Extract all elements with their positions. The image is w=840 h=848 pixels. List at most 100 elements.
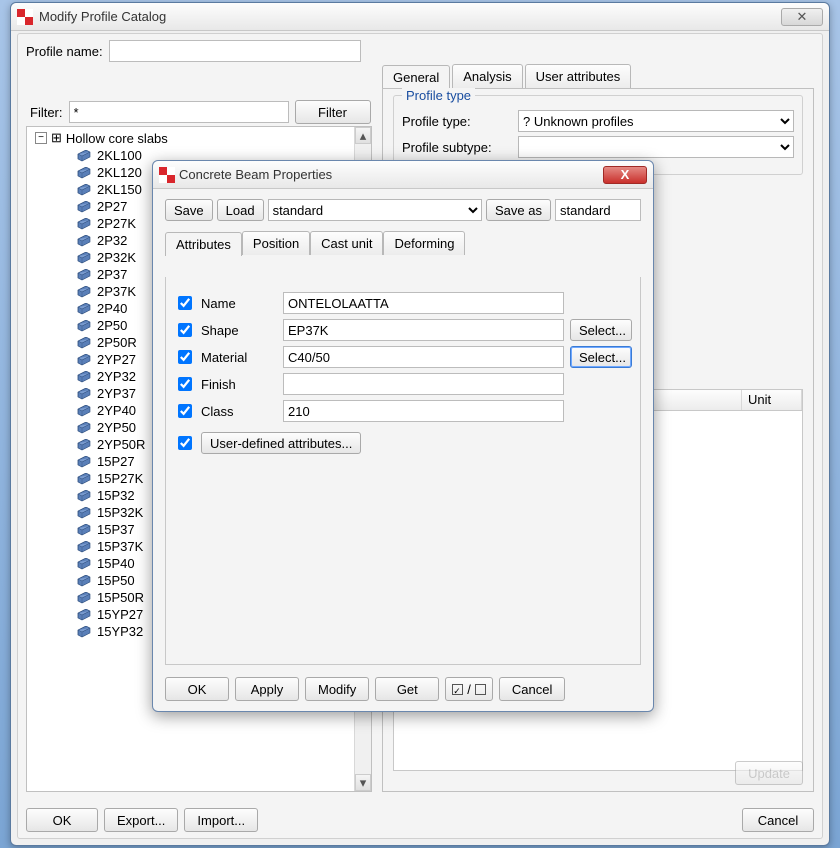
finish-checkbox[interactable] xyxy=(178,377,192,391)
profile-icon xyxy=(77,524,91,536)
class-checkbox[interactable] xyxy=(178,404,192,418)
profile-type-label: Profile type: xyxy=(402,114,512,129)
tab-user-attributes[interactable]: User attributes xyxy=(525,64,632,88)
apply-button[interactable]: Apply xyxy=(235,677,299,701)
save-button[interactable]: Save xyxy=(165,199,213,221)
close-button[interactable]: ✕ xyxy=(781,8,823,26)
shape-select-button[interactable]: Select... xyxy=(570,319,632,341)
profile-icon xyxy=(77,354,91,366)
tree-item-label: 2KL100 xyxy=(97,148,142,163)
tree-item-label: 15YP32 xyxy=(97,624,143,639)
update-button: Update xyxy=(735,761,803,785)
tab-general[interactable]: General xyxy=(382,65,450,89)
name-input[interactable] xyxy=(283,292,564,314)
tree-item-label: 2YP27 xyxy=(97,352,136,367)
tree-item-label: 2YP40 xyxy=(97,403,136,418)
profile-icon xyxy=(77,490,91,502)
filter-button[interactable]: Filter xyxy=(295,100,371,124)
finish-input[interactable] xyxy=(283,373,564,395)
material-checkbox[interactable] xyxy=(178,350,192,364)
profile-type-select[interactable]: ? Unknown profiles xyxy=(518,110,794,132)
profile-icon xyxy=(77,269,91,281)
modify-button[interactable]: Modify xyxy=(305,677,369,701)
save-as-button[interactable]: Save as xyxy=(486,199,551,221)
material-label: Material xyxy=(201,350,277,365)
sub-ok-button[interactable]: OK xyxy=(165,677,229,701)
profile-icon xyxy=(77,286,91,298)
toggle-checkboxes[interactable]: / xyxy=(445,677,493,701)
profile-subtype-label: Profile subtype: xyxy=(402,140,512,155)
profile-subtype-select[interactable] xyxy=(518,136,794,158)
tab-analysis[interactable]: Analysis xyxy=(452,64,522,88)
shape-input[interactable] xyxy=(283,319,564,341)
tab-position[interactable]: Position xyxy=(242,231,310,255)
tree-item-label: 2P32K xyxy=(97,250,136,265)
tab-cast-unit[interactable]: Cast unit xyxy=(310,231,383,255)
tree-item-label: 15P27 xyxy=(97,454,135,469)
tree-item-label: 2P27K xyxy=(97,216,136,231)
class-input[interactable] xyxy=(283,400,564,422)
cancel-button[interactable]: Cancel xyxy=(742,808,814,832)
profile-icon xyxy=(77,337,91,349)
tree-root-label: Hollow core slabs xyxy=(66,131,168,146)
profile-icon xyxy=(77,235,91,247)
load-button[interactable]: Load xyxy=(217,199,264,221)
tree-item-label: 15P32K xyxy=(97,505,143,520)
filter-input[interactable] xyxy=(69,101,289,123)
tree-item-label: 15P37 xyxy=(97,522,135,537)
preset-select[interactable]: standard xyxy=(268,199,482,221)
export-button[interactable]: Export... xyxy=(104,808,178,832)
collapse-icon[interactable]: − xyxy=(35,132,47,144)
profile-icon xyxy=(77,371,91,383)
profile-icon xyxy=(77,201,91,213)
save-as-input[interactable] xyxy=(555,199,641,221)
profile-icon xyxy=(77,150,91,162)
profile-icon xyxy=(77,439,91,451)
sub-window-title: Concrete Beam Properties xyxy=(179,167,603,182)
tree-item-label: 15P37K xyxy=(97,539,143,554)
tree-item-label: 2P32 xyxy=(97,233,127,248)
profile-icon xyxy=(77,456,91,468)
profile-icon xyxy=(77,218,91,230)
profile-icon xyxy=(77,507,91,519)
profile-icon xyxy=(77,167,91,179)
profile-icon xyxy=(77,252,91,264)
col-unit: Unit xyxy=(742,390,802,410)
tree-item-label: 2KL120 xyxy=(97,165,142,180)
scroll-up-icon[interactable]: ▴ xyxy=(355,127,371,144)
tree-item-label: 2P37K xyxy=(97,284,136,299)
titlebar[interactable]: Modify Profile Catalog ✕ xyxy=(11,3,829,31)
profile-name-input[interactable] xyxy=(109,40,361,62)
tree-root[interactable]: −⊞Hollow core slabs xyxy=(27,129,371,147)
shape-label: Shape xyxy=(201,323,277,338)
shape-checkbox[interactable] xyxy=(178,323,192,337)
profile-icon xyxy=(77,388,91,400)
profile-icon xyxy=(77,320,91,332)
material-select-button[interactable]: Select... xyxy=(570,346,632,368)
app-icon xyxy=(159,167,175,183)
tree-item-label: 2YP32 xyxy=(97,369,136,384)
app-icon xyxy=(17,9,33,25)
profile-icon xyxy=(77,558,91,570)
window-title: Modify Profile Catalog xyxy=(39,9,781,24)
ok-button[interactable]: OK xyxy=(26,808,98,832)
uda-button[interactable]: User-defined attributes... xyxy=(201,432,361,454)
tree-item-label: 15P50R xyxy=(97,590,144,605)
scroll-down-icon[interactable]: ▾ xyxy=(355,774,371,791)
tree-item-label: 2P27 xyxy=(97,199,127,214)
material-input[interactable] xyxy=(283,346,564,368)
name-checkbox[interactable] xyxy=(178,296,192,310)
sub-cancel-button[interactable]: Cancel xyxy=(499,677,565,701)
profile-icon xyxy=(77,184,91,196)
uda-checkbox[interactable] xyxy=(178,436,192,450)
tab-deforming[interactable]: Deforming xyxy=(383,231,465,255)
profile-icon xyxy=(77,575,91,587)
sub-close-button[interactable]: X xyxy=(603,166,647,184)
filter-label: Filter: xyxy=(30,105,63,120)
sub-titlebar[interactable]: Concrete Beam Properties X xyxy=(153,161,653,189)
get-button[interactable]: Get xyxy=(375,677,439,701)
import-button[interactable]: Import... xyxy=(184,808,258,832)
tree-item-label: 2YP50 xyxy=(97,420,136,435)
preset-toolbar: Save Load standard Save as xyxy=(159,195,647,225)
tab-attributes[interactable]: Attributes xyxy=(165,232,242,256)
